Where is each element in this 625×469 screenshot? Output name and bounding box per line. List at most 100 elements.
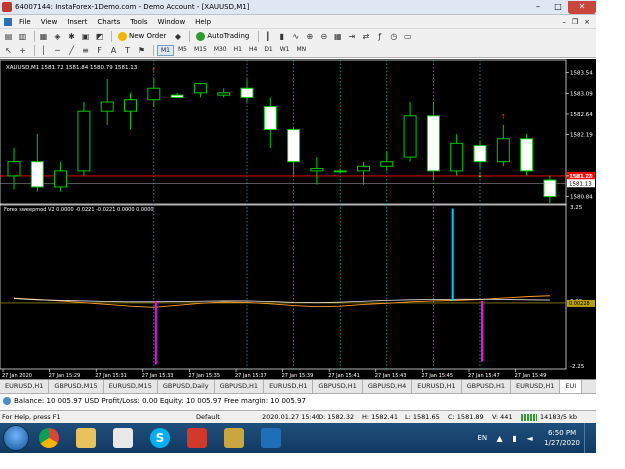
line-chart-icon[interactable]: ∿ [290,31,301,42]
tray-arrow-icon[interactable]: ▲ [495,434,504,443]
text-icon[interactable]: A [108,45,119,56]
child-minimize-button[interactable]: – [562,18,566,26]
bar-chart-icon[interactable]: ┃ [262,31,273,42]
network-icon[interactable]: ▮ [510,434,519,443]
trade-balance-row[interactable]: Balance: 10 005.97 USD Profit/Loss: 0.00… [0,393,596,407]
bull-candle [77,110,91,172]
chart-tab[interactable]: EUI [560,380,583,393]
channel-icon[interactable]: ≡ [80,45,91,56]
terminal-icon[interactable]: ▣ [80,31,91,42]
task-app-folder[interactable] [217,424,251,452]
price-chart[interactable]: 1581.721581.13↑↑↓1583.541583.091582.6415… [0,59,596,379]
child-close-button[interactable]: × [584,18,590,26]
last-price-tag-text: 1581.13 [569,181,592,187]
skype-icon: S [150,428,170,448]
chart-tab[interactable]: GBPUSD,H1 [462,380,511,393]
language-indicator[interactable]: EN [477,434,487,442]
chart-tab[interactable]: GBPUSD,Daily [158,380,215,393]
chart-tab[interactable]: EURUSD,H1 [0,380,50,393]
menu-window[interactable]: Window [153,18,191,26]
autotrading-button[interactable]: AutoTrading [193,30,252,42]
vertical-line-icon[interactable]: │ [38,45,49,56]
periods-icon[interactable]: ◷ [388,31,399,42]
label-icon[interactable]: T [122,45,133,56]
start-button[interactable] [3,425,29,451]
bull-candle [333,170,347,173]
menu-file[interactable]: File [14,18,36,26]
tile-windows-icon[interactable]: ▦ [332,31,343,42]
timeframe-m5-button[interactable]: M5 [175,45,190,56]
chart-shift-icon[interactable]: ⇥ [346,31,357,42]
arrows-icon[interactable]: ⚑ [136,45,147,56]
task-app-red[interactable] [180,424,214,452]
volume-icon[interactable]: ◄ [525,434,534,443]
indicators-icon[interactable]: ƒ [374,31,385,42]
task-chrome[interactable] [32,424,66,452]
menu-help[interactable]: Help [190,18,216,26]
timeframe-m30-button[interactable]: M30 [211,45,230,56]
menu-charts[interactable]: Charts [92,18,125,26]
timeframe-h4-button[interactable]: H4 [246,45,260,56]
status-bar: For Help, press F1 Default 2020.01.27 15… [0,410,596,423]
fibonacci-icon[interactable]: F [94,45,105,56]
chart-tab[interactable]: EURUSD,H1 [264,380,314,393]
status-open: O: 1582.32 [318,413,355,421]
metaeditor-icon[interactable]: ◆ [172,31,183,42]
horizontal-line-icon[interactable]: ─ [52,45,63,56]
title-bar: 64007144: InstaForex-1Demo.com - Demo Ac… [0,0,596,15]
task-metatrader[interactable] [254,424,288,452]
zoom-out-icon[interactable]: ⊖ [318,31,329,42]
clock[interactable]: 6:50 PM 1/27/2020 [544,428,580,448]
candlestick-icon[interactable]: ▮ [276,31,287,42]
screen-margin-right [596,0,625,469]
zoom-in-icon[interactable]: ⊕ [304,31,315,42]
chart-window[interactable]: 1581.72 1581.13 ↑ ↑ ↓ 1583.54 1583.09 1582.64 15… [0,59,596,379]
indicator-value-tag-text: 0.00228 [569,301,590,307]
bear-candle [170,94,184,98]
strategy-tester-icon[interactable]: ◩ [94,31,105,42]
task-explorer[interactable] [69,424,103,452]
show-desktop-button[interactable] [584,423,592,453]
data-window-icon[interactable]: ◈ [52,31,63,42]
oscillator-white-line [13,298,550,304]
task-skype[interactable]: S [143,424,177,452]
new-chart-icon[interactable]: ▤ [3,31,14,42]
drawing-toolbar: ↖ + │ ─ ╱ ≡ F A T ⚑ M1 M5 M15 M30 H1 H4 D1 W1 MN [0,43,596,58]
status-profile[interactable]: Default [196,413,220,421]
timeframe-m15-button[interactable]: M15 [191,45,210,56]
menu-view[interactable]: View [36,18,63,26]
chart-tab[interactable]: GBPUSD,M15 [49,380,104,393]
timeframe-d1-button[interactable]: D1 [261,45,275,56]
market-watch-icon[interactable]: ▦ [38,31,49,42]
timeframe-h1-button[interactable]: H1 [231,45,245,56]
crosshair-icon[interactable]: + [17,45,28,56]
chart-tab[interactable]: GBPUSD,H1 [313,380,363,393]
menu-tools[interactable]: Tools [125,18,152,26]
minimize-button[interactable]: – [528,1,548,14]
close-button[interactable]: ✕ [568,0,596,14]
chart-tab[interactable]: EURUSD,H1 [412,380,462,393]
timeframe-m1-button[interactable]: M1 [157,44,174,56]
chart-tab[interactable]: EURUSD,H1 [511,380,561,393]
menu-bar: File View Insert Charts Tools Window Hel… [0,15,596,28]
new-order-button[interactable]: New Order [115,30,169,42]
menu-insert[interactable]: Insert [62,18,92,26]
bear-candle [520,138,534,172]
trendline-icon[interactable]: ╱ [66,45,77,56]
chart-tab[interactable]: GBPUSD,H1 [215,380,265,393]
auto-scroll-icon[interactable]: ⇄ [360,31,371,42]
fractal-up-marker: ↑ [500,113,506,121]
chart-tab[interactable]: GBPUSD,H4 [363,380,413,393]
profiles-icon[interactable]: ▥ [17,31,28,42]
maximize-button[interactable]: □ [548,1,568,14]
timeframe-w1-button[interactable]: W1 [277,45,293,56]
navigator-icon[interactable]: ✱ [66,31,77,42]
timeframe-mn-button[interactable]: MN [294,45,310,56]
templates-icon[interactable]: ▭ [402,31,413,42]
chart-tab[interactable]: EURUSD,M15 [104,380,158,393]
cursor-icon[interactable]: ↖ [3,45,14,56]
task-media[interactable] [106,424,140,452]
bear-candle [287,129,301,163]
bull-candle [147,87,161,101]
child-restore-button[interactable]: ❒ [572,18,578,26]
